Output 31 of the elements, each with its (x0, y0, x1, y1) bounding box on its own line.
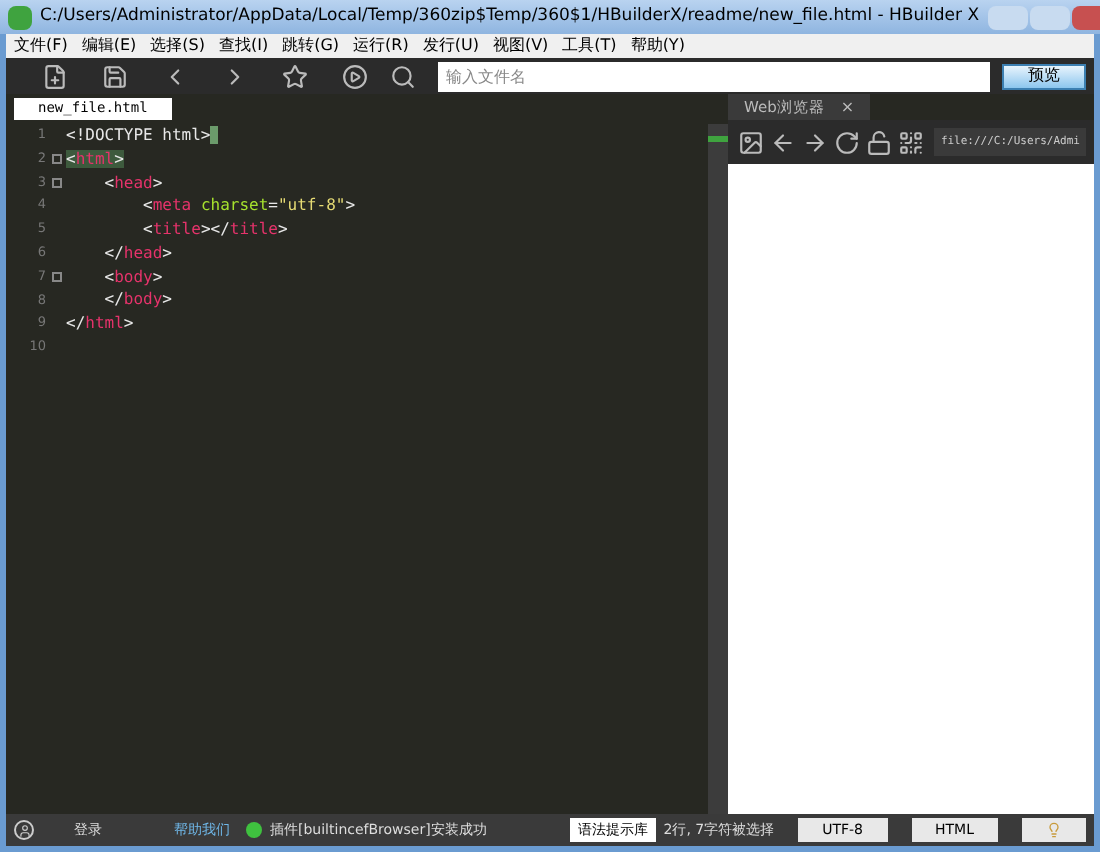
search-field[interactable]: 输入文件名 (438, 61, 990, 91)
menu-item[interactable]: 选择(S) (150, 38, 205, 54)
text-cursor (210, 126, 219, 145)
menu-item[interactable]: 编辑(E) (81, 38, 137, 54)
code-line: </html> (66, 312, 134, 337)
menu-item[interactable]: 文件(F) (14, 38, 68, 54)
code-line: <body> (102, 265, 163, 290)
menu-item[interactable]: 运行(R) (353, 38, 409, 54)
fold-marker-icon[interactable] (51, 177, 61, 188)
menu-item[interactable]: 视图(V) (492, 38, 549, 54)
user-icon[interactable] (14, 820, 34, 840)
success-icon (246, 822, 262, 838)
window-title: C:/Users/Administrator/AppData/Local/Temp/360zip$Temp/360$1/HBuilderX/readme/new_file.html - HBuilder X (40, 4, 980, 30)
app-icon (8, 5, 32, 29)
preview-button[interactable]: 预览 (1002, 63, 1086, 89)
code-line: <head> (102, 171, 163, 195)
menu-item[interactable]: 查找(I) (218, 38, 269, 54)
menu-item[interactable]: 发行(U) (422, 38, 479, 54)
lightbulb-icon (1046, 822, 1062, 838)
menu-item[interactable]: 帮助(Y) (630, 38, 685, 54)
menu-item[interactable]: 跳转(G) (282, 38, 340, 54)
fold-marker-icon[interactable] (51, 272, 61, 283)
code-line: <title></title> (141, 218, 288, 243)
code-line: <html> (66, 147, 124, 172)
fold-marker-icon[interactable] (51, 154, 61, 165)
code-line: <!DOCTYPE html> (66, 123, 211, 148)
menu-item[interactable]: 工具(T) (562, 38, 617, 54)
code-line: </body> (102, 288, 172, 313)
code-line: <meta charset="utf-8"> (141, 194, 356, 219)
code-line: </head> (102, 241, 172, 266)
close-icon[interactable]: × (840, 95, 855, 119)
